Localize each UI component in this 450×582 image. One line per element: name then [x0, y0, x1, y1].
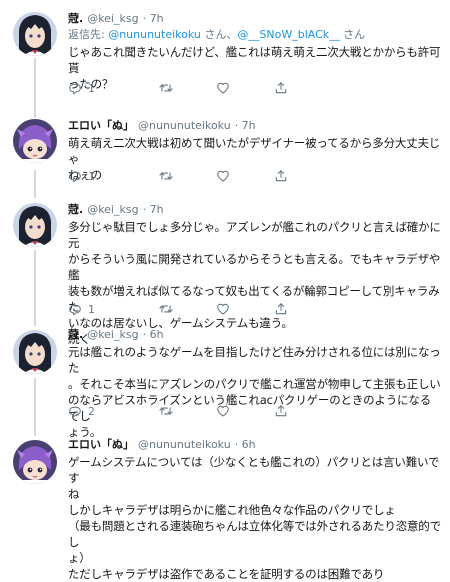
like-button[interactable] [216, 169, 236, 183]
tweet-text-line: しかしキャラデザは明らかに艦これ他色々な作品のパクリでしょ [68, 503, 396, 517]
heart-icon [217, 170, 229, 182]
handle[interactable]: @nununuteikoku [138, 437, 231, 453]
tweet-text-line: 萌え萌え二次大戦は初めて聞いたがデザイナー被ってるから多分大丈夫じゃ [68, 136, 441, 166]
tweet-text-line: ねぇの [68, 168, 102, 182]
tweet-text-line: じゃあこれ聞きたいんだけど、艦これは萌え萌え二次大戦とかからも許可貰 [68, 45, 441, 75]
tweet[interactable]: エロい「ぬ」 @nununuteikoku · 6h ゲームシステムについては（… [0, 432, 450, 582]
reply-to-separator: さん、 [200, 28, 238, 41]
avatar[interactable] [13, 330, 57, 374]
timestamp[interactable]: · 6h [143, 327, 164, 343]
like-button[interactable] [216, 81, 236, 95]
heart-icon [217, 405, 229, 417]
tweet-text-line: （最も問題とされる連装砲ちゃんは立体化等では外されるあたり恣意的でし [68, 519, 441, 549]
heart-icon [217, 303, 229, 315]
tweet-text-line: 多分じゃ駄目でしょ多分じゃ。アズレンが艦これのパクリと言えば確かに元 [68, 220, 441, 250]
retweet-icon [159, 305, 173, 313]
share-button[interactable] [274, 81, 288, 95]
tweet-text-line: ゲームシステムについては（少なくとも艦これの）パクリとは言い難いです [68, 455, 440, 485]
handle[interactable]: @nununuteikoku [138, 118, 231, 134]
avatar[interactable] [13, 119, 57, 163]
tweet[interactable]: エロい「ぬ」 @nununuteikoku · 7h 萌え萌え二次大戦は初めて聞… [0, 105, 450, 197]
reply-button[interactable]: 2 [68, 404, 95, 420]
tweet[interactable]: 蒄. @kei_ksg · 7h 返信先: @nununuteikoku さん、… [0, 0, 450, 105]
tweet-text-line: 元は艦これのようなゲームを目指したけど住み分けされる位には別になった [68, 345, 441, 375]
anime-girl-avatar-icon [13, 12, 57, 56]
reply-button[interactable]: 1 [68, 81, 95, 97]
like-button[interactable] [216, 404, 236, 418]
retweet-button[interactable] [158, 169, 180, 183]
timestamp[interactable]: · 7h [143, 11, 164, 27]
tweet-text-line: 装も数が増えれば似てるなって奴も出てくるが輪郭コピーして別キャラみた [68, 284, 440, 314]
display-name[interactable]: エロい「ぬ」 [68, 118, 134, 134]
retweet-button[interactable] [158, 302, 180, 316]
share-icon [275, 82, 287, 94]
tweet-text: 元は艦これのようなゲームを目指したけど住み分けされる位には別になった 。それこそ… [68, 344, 442, 440]
chibi-character-avatar-icon [13, 440, 57, 484]
tweet[interactable]: 蒄. @kei_ksg · 7h 多分じゃ駄目でしょ多分じゃ。アズレンが艦これの… [0, 197, 450, 346]
reply-icon [69, 171, 81, 183]
avatar[interactable] [13, 12, 57, 56]
avatar[interactable] [13, 203, 57, 247]
anime-girl-avatar-icon [13, 330, 57, 374]
tweet-text: ゲームシステムについては（少なくとも艦これの）パクリとは言い難いです ね しかし… [68, 454, 442, 582]
share-icon [275, 303, 287, 315]
display-name[interactable]: 蒄. [68, 11, 83, 27]
tweet-text-line: ね [68, 487, 80, 501]
anime-girl-avatar-icon [13, 203, 57, 247]
share-button[interactable] [274, 169, 288, 183]
tweet-text-line: ただしキャラデザは盗作であることを証明するのは困難であり [68, 567, 385, 581]
reply-count: 1 [88, 170, 95, 183]
tweet-text-line: ったの？ [68, 77, 114, 91]
display-name[interactable]: 蒄. [68, 327, 83, 343]
tweet-text: 萌え萌え二次大戦は初めて聞いたがデザイナー被ってるから多分大丈夫じゃ ねぇの [68, 135, 442, 183]
tweet[interactable]: 蒄. @kei_ksg · 6h 元は艦これのようなゲームを目指したけど住み分け… [0, 322, 450, 439]
like-button[interactable] [216, 302, 236, 316]
reply-button[interactable]: 1 [68, 302, 95, 318]
reply-count: 1 [88, 303, 95, 316]
share-icon [275, 405, 287, 417]
reply-icon [69, 304, 81, 316]
tweet-text-line: からそういう風に開発されているからそうとも言える。でもキャラデザや艦 [68, 252, 441, 282]
share-button[interactable] [274, 302, 288, 316]
reply-to-prefix: 返信先: [68, 28, 109, 41]
reply-icon [69, 83, 81, 95]
retweet-button[interactable] [158, 81, 180, 95]
reply-button[interactable]: 1 [68, 169, 95, 185]
handle[interactable]: @kei_ksg [87, 327, 138, 343]
timestamp[interactable]: · 7h [143, 202, 164, 218]
share-icon [275, 170, 287, 182]
handle[interactable]: @kei_ksg [87, 202, 138, 218]
reply-to-suffix: さん [343, 28, 366, 41]
reply-count: 2 [88, 405, 95, 418]
tweet-text-line: のならアビスホライズンという艦これacパクリゲーのときのようになるでし [68, 393, 431, 423]
mention-link[interactable]: @nununuteikoku [108, 28, 201, 41]
tweet-text-line: ょ） [68, 551, 91, 565]
retweet-icon [159, 407, 173, 415]
heart-icon [217, 82, 229, 94]
retweet-icon [159, 84, 173, 92]
tweet-text: じゃあこれ聞きたいんだけど、艦これは萌え萌え二次大戦とかからも許可貰 ったの？ [68, 44, 442, 92]
share-button[interactable] [274, 404, 288, 418]
display-name[interactable]: エロい「ぬ」 [68, 437, 134, 453]
retweet-button[interactable] [158, 404, 180, 418]
display-name[interactable]: 蒄. [68, 202, 83, 218]
reply-to-line: 返信先: @nununuteikoku さん、@__SNoW_blACk__ さん [68, 27, 442, 43]
retweet-icon [159, 172, 173, 180]
reply-count: 1 [88, 82, 95, 95]
mention-link[interactable]: @__SNoW_blACk__ [237, 28, 340, 41]
timestamp[interactable]: · 6h [235, 437, 256, 453]
handle[interactable]: @kei_ksg [87, 11, 138, 27]
chibi-character-avatar-icon [13, 119, 57, 163]
timestamp[interactable]: · 7h [235, 118, 256, 134]
tweet-text-line: 。それこそ本当にアズレンのパクリで艦これ運営が物申して主張も正しい [68, 377, 441, 391]
avatar[interactable] [13, 440, 57, 484]
reply-icon [69, 406, 81, 418]
